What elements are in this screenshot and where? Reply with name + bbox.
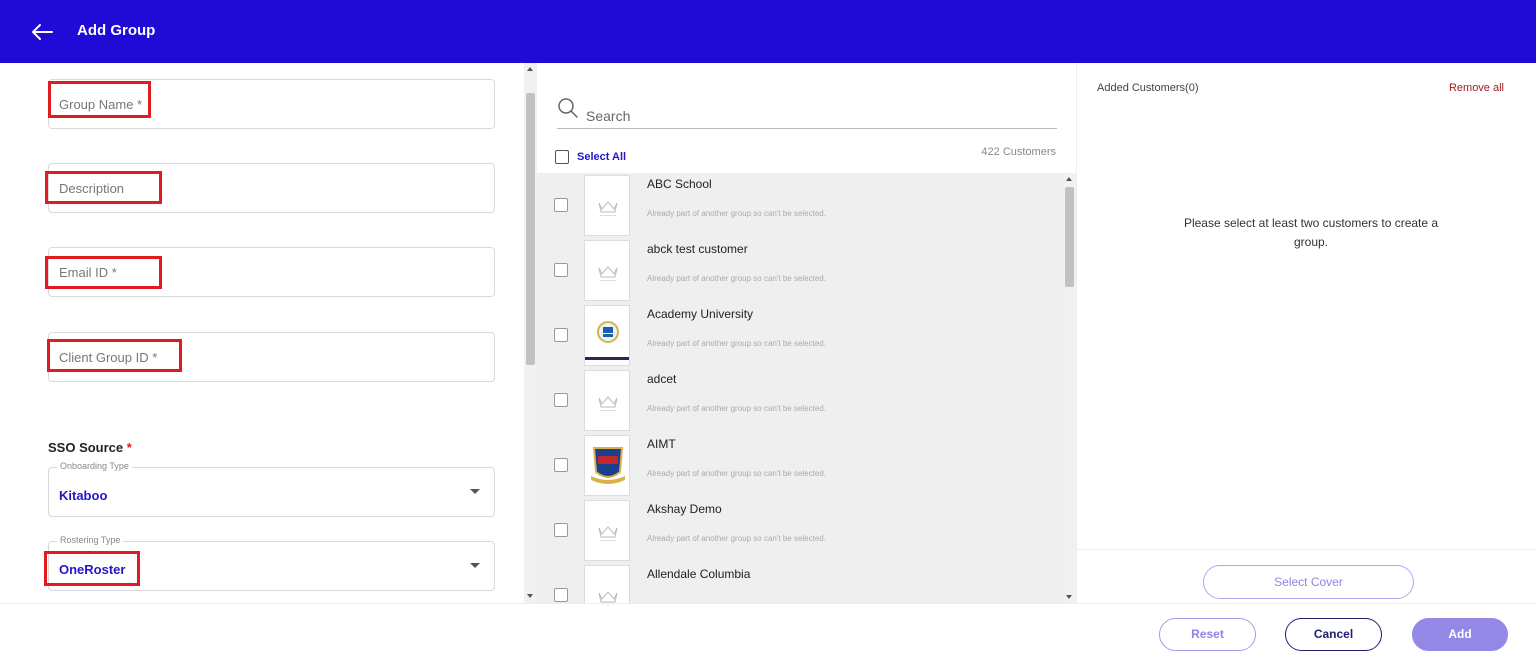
- added-customers-panel: Added Customers(0) Remove all Please sel…: [1076, 63, 1536, 603]
- description-field[interactable]: Description: [48, 163, 495, 213]
- onboarding-type-legend: Onboarding Type: [57, 461, 132, 471]
- customer-status-note: Already part of another group so can't b…: [647, 339, 826, 348]
- customer-name: AIMT: [647, 437, 676, 451]
- sso-source-text: SSO Source: [48, 440, 124, 455]
- customer-logo: [584, 435, 630, 496]
- select-all-label: Select All: [577, 151, 627, 163]
- customer-status-note: Already part of another group so can't b…: [647, 469, 826, 478]
- search-icon: [558, 98, 578, 118]
- list-item[interactable]: Allendale Columbia: [537, 563, 1063, 603]
- customer-logo: [584, 175, 630, 236]
- select-cover-button[interactable]: Select Cover: [1203, 565, 1414, 599]
- rostering-type-legend: Rostering Type: [57, 535, 124, 545]
- list-item[interactable]: AIMT Already part of another group so can…: [537, 433, 1063, 498]
- customer-checkbox[interactable]: [554, 523, 568, 537]
- customer-name: adcet: [647, 372, 677, 386]
- checkbox[interactable]: [555, 150, 569, 164]
- customer-logo: [584, 240, 630, 301]
- scroll-up-icon[interactable]: [1066, 177, 1072, 181]
- select-all-checkbox[interactable]: Select All: [555, 150, 626, 164]
- customer-status-note: Already part of another group so can't b…: [647, 534, 826, 543]
- footer-divider: [0, 603, 1536, 604]
- customer-checkbox[interactable]: [554, 328, 568, 342]
- form-scrollbar[interactable]: [524, 63, 537, 603]
- group-name-placeholder: Group Name *: [59, 97, 143, 112]
- remove-all-link[interactable]: Remove all: [1449, 82, 1504, 94]
- list-item[interactable]: ABC School Already part of another group …: [537, 173, 1063, 238]
- customer-logo: [584, 370, 630, 431]
- scroll-up-icon[interactable]: [527, 67, 533, 71]
- group-form: Group Name * Description Email ID * Clie…: [0, 63, 524, 603]
- page-title: Add Group: [77, 22, 156, 39]
- customer-picker: Search Select All 422 Customers ABC Scho…: [537, 63, 1076, 603]
- customer-logo: [584, 305, 630, 366]
- chevron-down-icon: [470, 563, 480, 568]
- customer-checkbox[interactable]: [554, 198, 568, 212]
- customer-checkbox[interactable]: [554, 588, 568, 602]
- customer-name: Allendale Columbia: [647, 567, 751, 581]
- group-name-field[interactable]: Group Name *: [48, 79, 495, 129]
- customer-name: Akshay Demo: [647, 502, 722, 516]
- arrow-left-icon[interactable]: [28, 18, 56, 46]
- customer-checkbox[interactable]: [554, 393, 568, 407]
- chevron-down-icon: [470, 489, 480, 494]
- client-group-id-field[interactable]: Client Group ID *: [48, 332, 495, 382]
- list-item[interactable]: abck test customer Already part of anothe…: [537, 238, 1063, 303]
- customer-list: ABC School Already part of another group …: [537, 173, 1063, 603]
- customer-checkbox[interactable]: [554, 458, 568, 472]
- customer-name: abck test customer: [647, 242, 748, 256]
- list-item[interactable]: Akshay Demo Already part of another group…: [537, 498, 1063, 563]
- customer-name: Academy University: [647, 307, 754, 321]
- customer-status-note: Already part of another group so can't b…: [647, 209, 826, 218]
- add-button[interactable]: Add: [1412, 618, 1508, 651]
- divider: [1077, 549, 1536, 550]
- app-header: Add Group: [0, 0, 1536, 63]
- email-field[interactable]: Email ID *: [48, 247, 495, 297]
- email-placeholder: Email ID *: [59, 265, 117, 280]
- customer-status-note: Already part of another group so can't b…: [647, 404, 826, 413]
- customer-logo: [584, 500, 630, 561]
- onboarding-type-select[interactable]: Onboarding Type Kitaboo: [48, 461, 495, 517]
- scroll-down-icon[interactable]: [527, 594, 533, 598]
- list-item[interactable]: adcet Already part of another group so ca…: [537, 368, 1063, 433]
- rostering-type-value: OneRoster: [59, 562, 126, 577]
- customer-status-note: Already part of another group so can't b…: [647, 274, 826, 283]
- rostering-type-select[interactable]: Rostering Type OneRoster: [48, 535, 495, 591]
- customer-logo: [584, 565, 630, 603]
- search-input[interactable]: Search: [557, 93, 1057, 129]
- added-customers-title: Added Customers(0): [1097, 82, 1199, 94]
- customer-name: ABC School: [647, 177, 712, 191]
- cancel-button[interactable]: Cancel: [1285, 618, 1382, 651]
- description-placeholder: Description: [59, 181, 125, 196]
- sso-source-label: SSO Source *: [48, 440, 132, 455]
- search-placeholder: Search: [586, 108, 631, 124]
- empty-state-message: Please select at least two customers to …: [1183, 216, 1439, 249]
- list-scrollbar[interactable]: [1063, 173, 1076, 603]
- onboarding-type-value: Kitaboo: [59, 488, 108, 503]
- customer-count: 422 Customers: [981, 146, 1056, 158]
- reset-button[interactable]: Reset: [1159, 618, 1256, 651]
- scrollbar-thumb[interactable]: [526, 93, 535, 365]
- required-marker: *: [126, 440, 132, 455]
- scrollbar-thumb[interactable]: [1065, 187, 1074, 287]
- client-group-id-placeholder: Client Group ID *: [59, 350, 158, 365]
- list-item[interactable]: Academy University Already part of anothe…: [537, 303, 1063, 368]
- scroll-down-icon[interactable]: [1066, 595, 1072, 599]
- customer-checkbox[interactable]: [554, 263, 568, 277]
